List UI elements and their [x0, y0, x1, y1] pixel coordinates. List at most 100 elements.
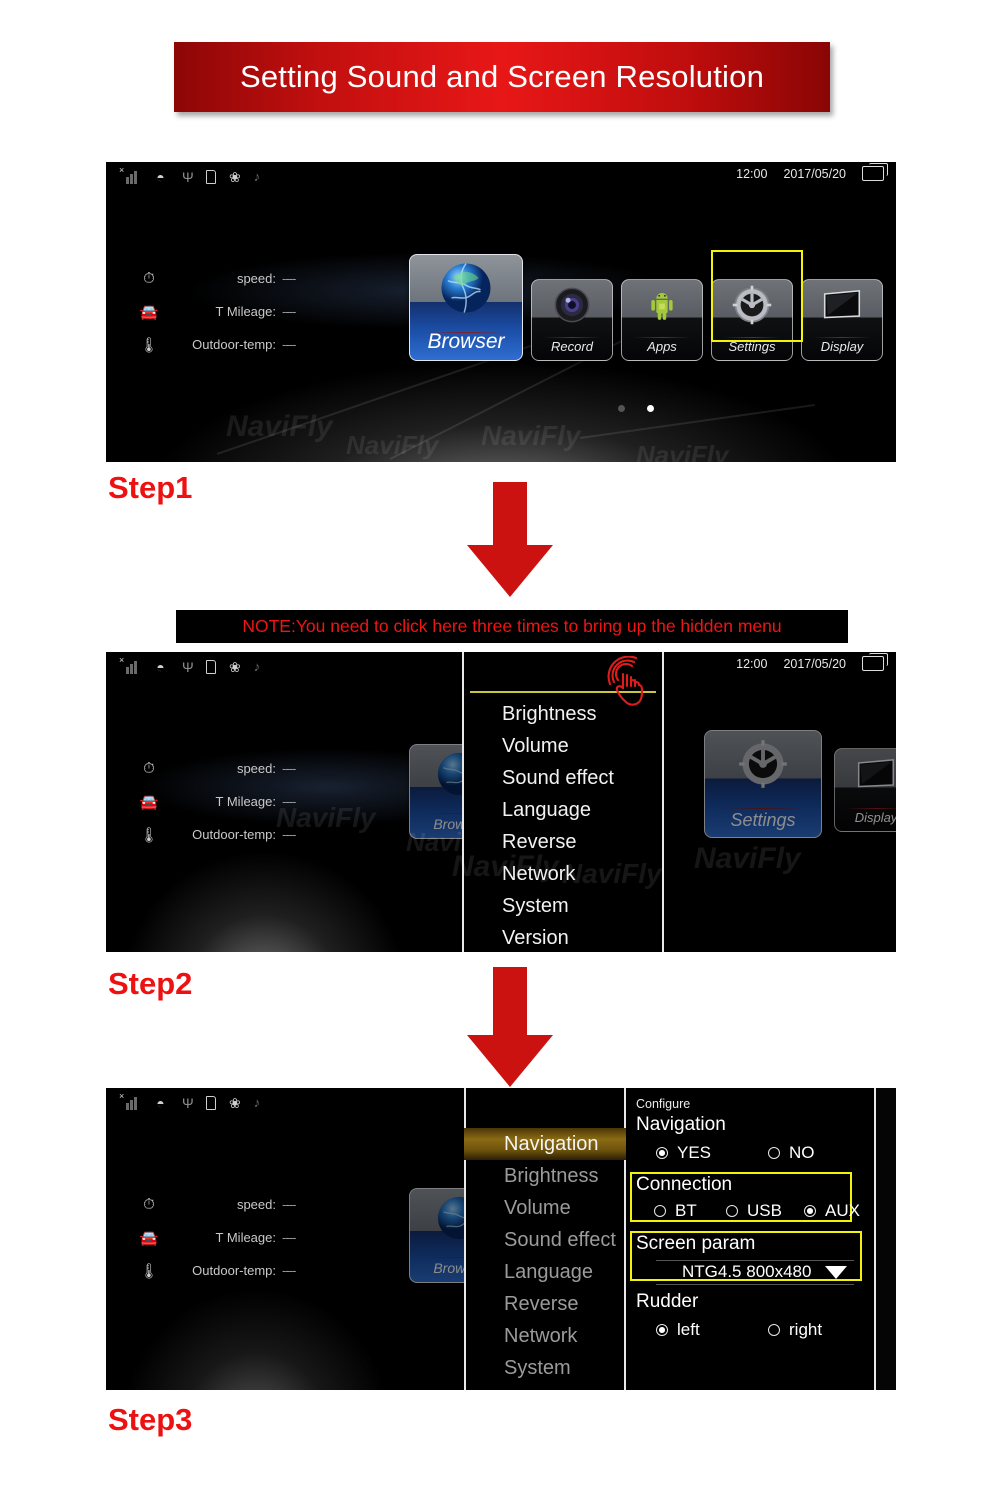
settings-menu-item-navigation[interactable]: Navigation [464, 1128, 626, 1160]
hidden-menu-item-system[interactable]: System [462, 890, 664, 922]
settings-menu-item-volume[interactable]: Volume [464, 1192, 626, 1224]
vehicle-info-row: 🚘 T Mileage: ---- [134, 785, 297, 818]
home-tile-browser[interactable]: Browser [409, 254, 523, 361]
window-icon[interactable] [862, 163, 888, 181]
step2-tile-label: Display [854, 810, 896, 825]
arrow-step2-to-step3 [455, 967, 565, 1087]
home-tile-record[interactable]: Record [531, 279, 613, 361]
radio-left[interactable] [656, 1324, 668, 1336]
connection-option-label: USB [747, 1201, 782, 1220]
rudder-option-label: right [789, 1320, 823, 1339]
tutorial-page: Setting Sound and Screen Resolution × ◓ … [0, 0, 1000, 1500]
configure-panel: Configure Navigation YES NO Connection B… [626, 1088, 874, 1390]
vehicle-info-label: Outdoor-temp: [192, 337, 276, 352]
hidden-menu-item-reverse[interactable]: Reverse [462, 826, 664, 858]
step1-screenshot: × ◓ Ψ ❀ ♪ 12:00 2017/05/20 ⏱ speed: ----… [106, 162, 896, 462]
hidden-menu-panel: Brightness Volume Sound effect Language … [452, 652, 664, 952]
vehicle-info-label: speed: [236, 271, 276, 286]
bluetooth-icon: ❀ [229, 1095, 241, 1111]
step2-label: Step2 [108, 966, 193, 1001]
vehicle-info-value: ---- [282, 761, 296, 776]
settings-menu-item-language[interactable]: Language [464, 1256, 626, 1288]
connection-option-label: AUX [825, 1201, 860, 1220]
wifi-icon: ◓ [156, 658, 165, 675]
radio-usb[interactable] [726, 1205, 738, 1217]
step2-screenshot: × ◓ Ψ ❀ ♪ ⏱ speed: ---- 🚘 T Mileage: ---… [106, 652, 896, 952]
android-icon [622, 280, 702, 330]
usb-icon: Ψ [182, 168, 194, 185]
vehicle-info-value: ---- [282, 304, 296, 319]
signal-icon: × [119, 656, 139, 674]
settings-menu-item-reverse[interactable]: Reverse [464, 1288, 626, 1320]
chevron-down-icon[interactable] [825, 1265, 848, 1279]
hidden-menu-item-brightness[interactable]: Brightness [462, 698, 664, 730]
hidden-menu-item-volume[interactable]: Volume [462, 730, 664, 762]
thermometer-icon: 🌡 [139, 336, 159, 354]
thermometer-icon: 🌡 [139, 826, 159, 844]
vehicle-info-row: ⏱ speed: ---- [134, 1188, 296, 1221]
connection-option-aux[interactable]: AUX [804, 1201, 860, 1221]
settings-menu-item-system[interactable]: System [464, 1352, 626, 1384]
page-indicator-dots[interactable] [618, 405, 654, 412]
signal-icon: × [119, 1092, 139, 1110]
radio-yes[interactable] [656, 1147, 668, 1159]
navigation-option-no[interactable]: NO [768, 1143, 815, 1163]
mute-icon: ♪ [253, 659, 261, 674]
navigation-option-yes[interactable]: YES [656, 1143, 768, 1163]
status-date: 2017/05/20 [783, 166, 846, 181]
settings-menu-item-brightness[interactable]: Brightness [464, 1160, 626, 1192]
mute-icon: ♪ [253, 169, 261, 184]
watermark: NaviFly [694, 842, 801, 875]
connection-option-bt[interactable]: BT [654, 1201, 726, 1221]
vehicle-info-value: ---- [282, 794, 296, 809]
step2-tile-display[interactable]: Display [834, 748, 896, 832]
home-tile-apps[interactable]: Apps [621, 279, 703, 361]
navigation-option-label: NO [789, 1143, 815, 1162]
vehicle-info-row: ⏱ speed: ---- [134, 752, 296, 785]
watermark: NaviFly [636, 440, 729, 462]
step2-right-panel: 12:00 2017/05/20 Settings Display NaviFl… [666, 652, 896, 952]
radio-right[interactable] [768, 1324, 780, 1336]
hidden-menu-item-network[interactable]: Network [462, 858, 664, 890]
hidden-menu-item-sound-effect[interactable]: Sound effect [462, 762, 664, 794]
status-time: 12:00 [736, 166, 768, 181]
radio-aux[interactable] [804, 1205, 816, 1217]
radio-no[interactable] [768, 1147, 780, 1159]
wifi-icon: ◓ [156, 168, 165, 185]
settings-menu-item-network[interactable]: Network [464, 1320, 626, 1352]
page-dot-active[interactable] [647, 405, 654, 412]
sdcard-icon [206, 1096, 216, 1110]
home-tile-row: Browser Record Apps Settings Display [409, 254, 883, 361]
hidden-menu-item-version[interactable]: Version [462, 922, 664, 952]
vehicle-info-value: ---- [282, 271, 296, 286]
status-time: 12:00 [736, 656, 768, 671]
vehicle-info-row: 🚘 T Mileage: ---- [134, 1221, 297, 1254]
home-tile-label: Apps [647, 339, 677, 354]
radio-bt[interactable] [654, 1205, 666, 1217]
arrow-step1-to-step2 [455, 482, 565, 597]
page-title: Setting Sound and Screen Resolution [239, 59, 765, 94]
rudder-option-right[interactable]: right [768, 1320, 822, 1340]
vehicle-info-label: speed: [236, 761, 276, 776]
vehicle-info-panel: ⏱ speed: ---- 🚘 T Mileage: ---- 🌡 Outdoo… [134, 262, 296, 361]
note-text: NOTE:You need to click here three times … [242, 616, 782, 636]
speedometer-icon: ⏱ [143, 760, 155, 777]
connection-option-usb[interactable]: USB [726, 1201, 804, 1221]
vehicle-info-label: T Mileage: [215, 304, 276, 319]
home-tile-display[interactable]: Display [801, 279, 883, 361]
screen-param-dropdown[interactable]: NTG4.5 800x480 [682, 1262, 848, 1282]
configure-header: Configure [636, 1097, 691, 1111]
settings-menu-item-sound-effect[interactable]: Sound effect [464, 1224, 626, 1256]
window-icon[interactable] [862, 653, 888, 671]
page-dot[interactable] [618, 405, 625, 412]
vehicle-info-value: ---- [282, 1263, 296, 1278]
sdcard-icon [206, 170, 216, 184]
usb-icon: Ψ [182, 658, 194, 675]
car-icon: 🚘 [139, 793, 159, 811]
vehicle-info-panel: ⏱ speed: ---- 🚘 T Mileage: ---- 🌡 Outdoo… [134, 1188, 297, 1287]
hidden-menu-item-language[interactable]: Language [462, 794, 664, 826]
screen-param-value: NTG4.5 800x480 [682, 1262, 812, 1281]
vehicle-info-row: 🌡 Outdoor-temp: ---- [134, 818, 296, 851]
rudder-option-left[interactable]: left [656, 1320, 768, 1340]
step2-tile-settings[interactable]: Settings [704, 730, 822, 838]
